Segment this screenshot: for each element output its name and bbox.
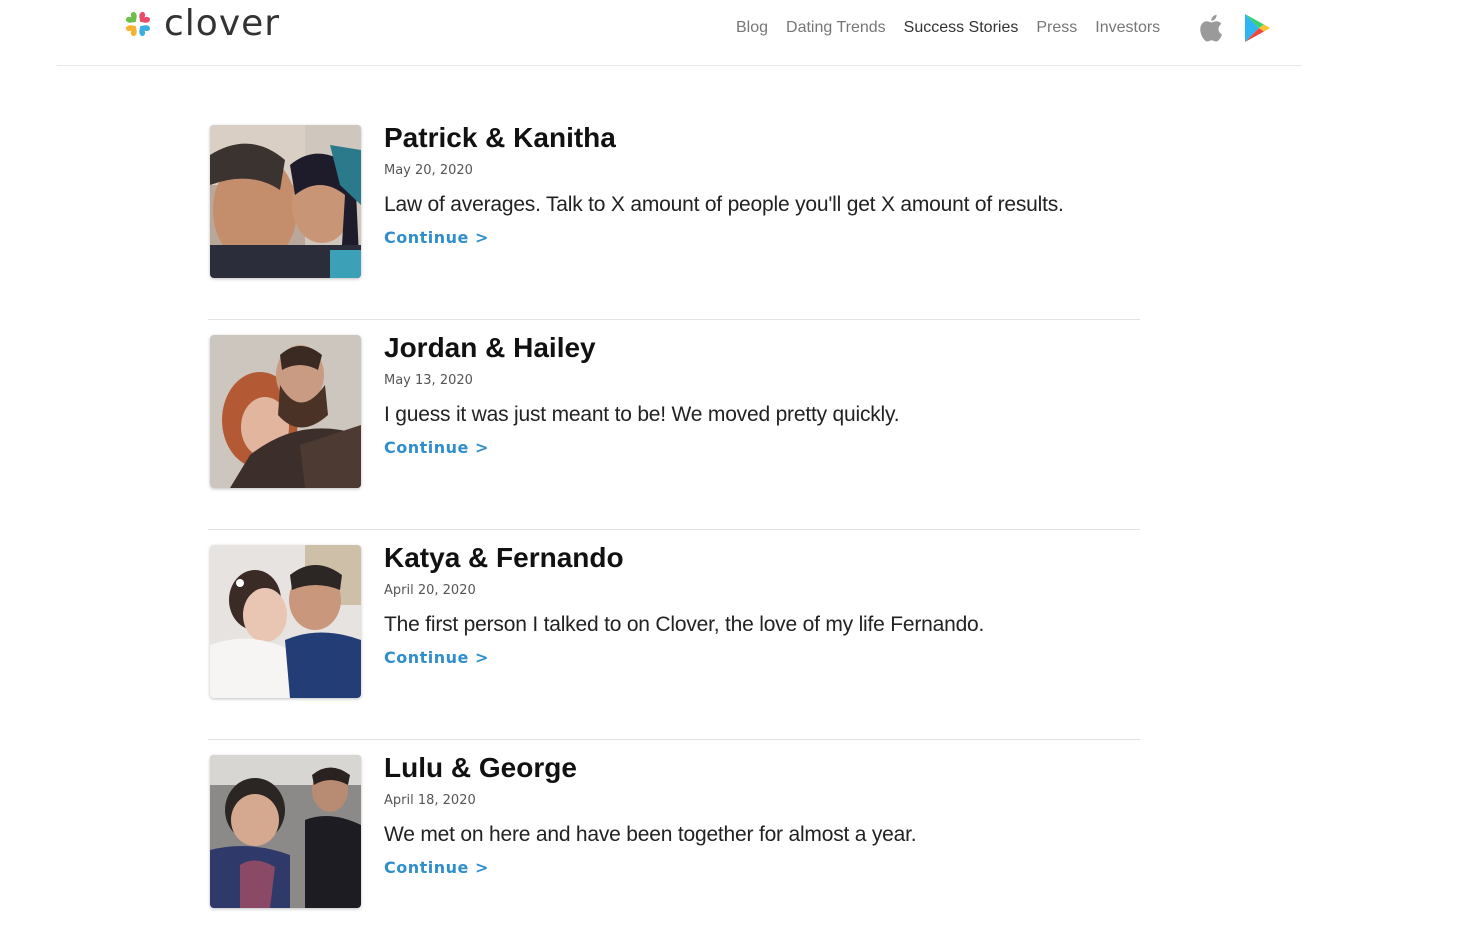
story-date: April 18, 2020 bbox=[384, 793, 476, 808]
story-item: Jordan & Hailey May 13, 2020 I guess it … bbox=[208, 320, 1140, 530]
header-divider bbox=[57, 65, 1301, 66]
apple-icon[interactable] bbox=[1197, 13, 1223, 43]
story-photo[interactable] bbox=[210, 125, 361, 278]
nav-item-dating-trends[interactable]: Dating Trends bbox=[786, 19, 886, 37]
continue-link[interactable]: Continue > bbox=[384, 858, 489, 877]
story-item: Lulu & George April 18, 2020 We met on h… bbox=[208, 740, 1140, 950]
clover-logo-icon bbox=[125, 11, 151, 37]
couple-photo-icon bbox=[210, 125, 361, 278]
story-date: April 20, 2020 bbox=[384, 583, 476, 598]
nav-item-investors[interactable]: Investors bbox=[1095, 19, 1160, 37]
couple-photo-icon bbox=[210, 335, 361, 488]
story-title[interactable]: Patrick & Kanitha bbox=[384, 120, 1144, 156]
story-title[interactable]: Jordan & Hailey bbox=[384, 330, 1144, 366]
couple-photo-icon bbox=[210, 545, 361, 698]
story-quote: I guess it was just meant to be! We move… bbox=[384, 403, 900, 426]
story-photo[interactable] bbox=[210, 545, 361, 698]
story-quote: Law of averages. Talk to X amount of peo… bbox=[384, 193, 1064, 216]
story-quote: The first person I talked to on Clover, … bbox=[384, 613, 985, 636]
continue-link[interactable]: Continue > bbox=[384, 228, 489, 247]
site-header: clover Blog Dating Trends Success Storie… bbox=[0, 0, 1475, 66]
nav-item-success-stories[interactable]: Success Stories bbox=[904, 19, 1019, 37]
success-stories-list: Patrick & Kanitha May 20, 2020 Law of av… bbox=[208, 110, 1140, 950]
continue-link[interactable]: Continue > bbox=[384, 648, 489, 667]
story-photo[interactable] bbox=[210, 755, 361, 908]
clover-logo[interactable]: clover bbox=[118, 4, 280, 44]
story-item: Katya & Fernando April 20, 2020 The firs… bbox=[208, 530, 1140, 740]
main-nav: Blog Dating Trends Success Stories Press… bbox=[736, 19, 1178, 37]
couple-photo-icon bbox=[210, 755, 361, 908]
story-date: May 13, 2020 bbox=[384, 373, 473, 388]
story-date: May 20, 2020 bbox=[384, 163, 473, 178]
story-quote: We met on here and have been together fo… bbox=[384, 823, 917, 846]
brand-name: clover bbox=[164, 3, 281, 44]
nav-item-press[interactable]: Press bbox=[1036, 19, 1077, 37]
story-title[interactable]: Lulu & George bbox=[384, 750, 1144, 786]
story-title[interactable]: Katya & Fernando bbox=[384, 540, 1144, 576]
continue-link[interactable]: Continue > bbox=[384, 438, 489, 457]
story-photo[interactable] bbox=[210, 335, 361, 488]
google-play-icon[interactable] bbox=[1243, 13, 1271, 43]
nav-item-blog[interactable]: Blog bbox=[736, 19, 768, 37]
story-item: Patrick & Kanitha May 20, 2020 Law of av… bbox=[208, 110, 1140, 320]
